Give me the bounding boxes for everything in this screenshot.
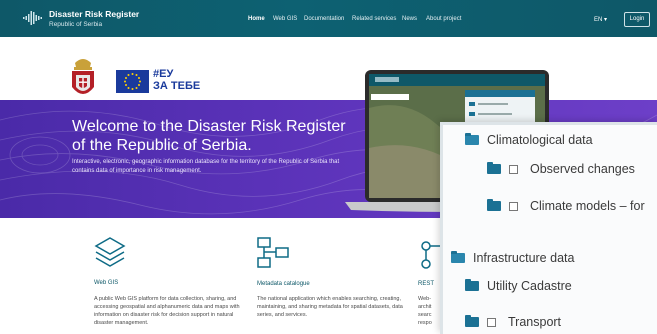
tree-item-climate-models[interactable]: Climate models – for <box>487 199 645 213</box>
login-button[interactable]: Login <box>624 12 650 27</box>
brand-logo-icon[interactable] <box>23 11 43 25</box>
feature-webgis-description: A public Web GIS platform for data colle… <box>94 296 240 326</box>
feature-rest-line: archit <box>418 304 432 310</box>
tree-item-utility-cadastre[interactable]: Utility Cadastre <box>465 279 572 293</box>
nav-webgis-link[interactable]: Web GIS <box>273 16 297 22</box>
feature-webgis-title[interactable]: Web GIS <box>94 280 118 286</box>
eu-slogan-line1: #ЕУ <box>153 68 174 80</box>
brand-subtitle: Republic of Serbia <box>49 21 103 28</box>
feature-rest-line: Web- <box>418 296 432 302</box>
top-navbar: Disaster Risk Register Republic of Serbi… <box>0 0 657 37</box>
layers-icon <box>94 237 126 267</box>
tree-item-label: Transport <box>508 315 562 329</box>
feature-rest-line: respo <box>418 320 432 326</box>
sitemap-icon <box>257 237 289 268</box>
folder-icon <box>487 199 501 211</box>
folder-icon <box>465 315 479 327</box>
tree-item-label: Infrastructure data <box>473 251 575 265</box>
nav-about-link[interactable]: About project <box>426 16 461 22</box>
tree-item-label: Utility Cadastre <box>487 279 572 293</box>
tree-item-infrastructure[interactable]: Infrastructure data <box>451 251 574 265</box>
language-selector[interactable]: EN ▾ <box>594 16 607 23</box>
feature-metadata-title[interactable]: Metadata catalogue <box>257 281 310 287</box>
hero-title: Welcome to the Disaster Risk Register of… <box>72 118 346 154</box>
tree-item-label: Climatological data <box>487 133 593 147</box>
feature-rest-line: searc <box>418 312 432 318</box>
folder-icon <box>465 279 479 291</box>
nav-home-link[interactable]: Home <box>248 16 265 22</box>
serbia-coat-of-arms-icon <box>72 59 94 94</box>
eu-flag-icon <box>116 70 149 93</box>
feature-metadata-description: The national application which enables s… <box>257 296 403 318</box>
feature-rest-title[interactable]: REST <box>418 281 434 287</box>
feature-rest-description: Web- archit searc respo <box>418 295 440 327</box>
layer-tree-panel: Climatological data Observed changes Cli… <box>440 122 657 334</box>
eu-slogan-line2: ЗА ТЕБЕ <box>153 80 201 92</box>
tree-item-transport[interactable]: Transport <box>465 315 561 329</box>
layer-checkbox[interactable] <box>509 201 518 211</box>
brand-title[interactable]: Disaster Risk Register <box>49 9 139 19</box>
eu-slogan: #ЕУ ЗА ТЕБЕ <box>153 68 200 92</box>
tree-item-climatological[interactable]: Climatological data <box>465 133 593 147</box>
nav-documentation-link[interactable]: Documentation <box>304 16 344 22</box>
nav-news-link[interactable]: News <box>402 16 417 22</box>
layer-checkbox[interactable] <box>487 317 496 327</box>
folder-open-icon <box>465 133 479 145</box>
tree-item-observed-changes[interactable]: Observed changes <box>487 162 635 176</box>
tree-item-label: Observed changes <box>530 162 635 176</box>
folder-open-icon <box>451 251 465 263</box>
nav-related-services-link[interactable]: Related services <box>352 16 396 22</box>
layer-checkbox[interactable] <box>509 164 518 174</box>
tree-item-label: Climate models – for <box>530 199 645 213</box>
folder-icon <box>487 162 501 174</box>
hero-description: Interactive, electronic, geographic info… <box>72 159 340 174</box>
